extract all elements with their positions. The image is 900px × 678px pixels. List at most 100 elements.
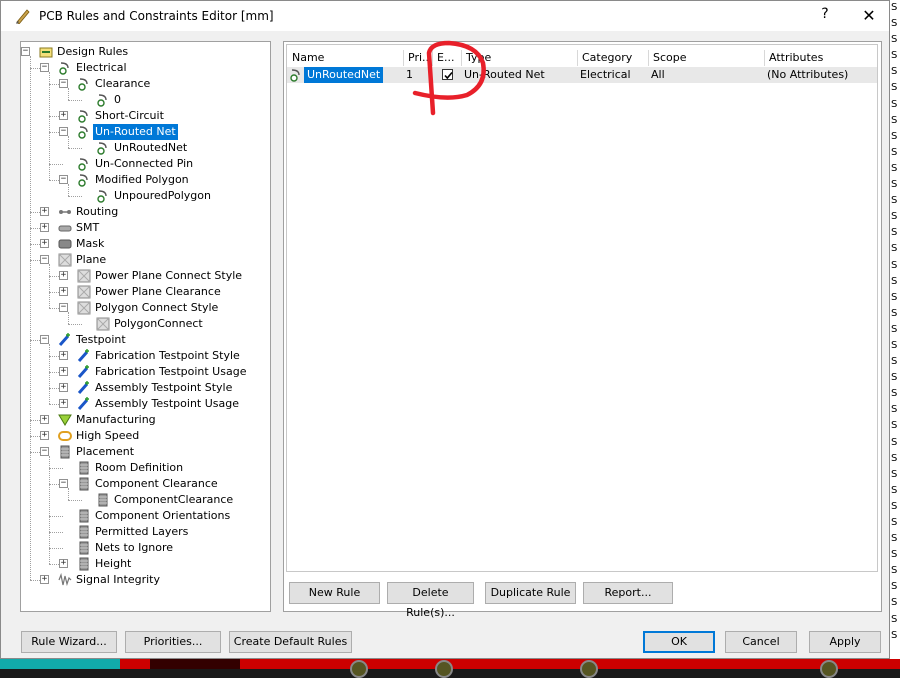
expand-icon[interactable]: +	[59, 399, 68, 408]
tree-item[interactable]: + Fabrication Testpoint Style	[21, 348, 270, 364]
tree-item[interactable]: UnpouredPolygon	[21, 188, 270, 204]
tree-item-label: PolygonConnect	[114, 317, 203, 330]
tree-item-label: Assembly Testpoint Style	[95, 381, 233, 394]
expand-icon[interactable]: +	[40, 575, 49, 584]
plane-icon	[77, 269, 91, 283]
tree-item[interactable]: − Modified Polygon	[21, 172, 270, 188]
tree-item[interactable]: Permitted Layers	[21, 524, 270, 540]
tree-item-label: Plane	[76, 253, 107, 266]
rules-tree[interactable]: − Design Rules − Electrical − Clearance 0 + Shor…	[20, 41, 271, 612]
tree-item[interactable]: ComponentClearance	[21, 492, 270, 508]
priorities-button[interactable]: Priorities...	[125, 631, 221, 653]
collapse-icon[interactable]: −	[40, 447, 49, 456]
tree-item[interactable]: + Assembly Testpoint Style	[21, 380, 270, 396]
collapse-icon[interactable]: −	[59, 127, 68, 136]
expand-icon[interactable]: +	[40, 431, 49, 440]
collapse-icon[interactable]: −	[59, 303, 68, 312]
tree-item[interactable]: − Testpoint	[21, 332, 270, 348]
expand-icon[interactable]: +	[59, 559, 68, 568]
rule-instance-icon	[97, 94, 107, 107]
collapse-icon[interactable]: −	[40, 63, 49, 72]
tree-item[interactable]: − Electrical	[21, 60, 270, 76]
tree-item-label: Fabrication Testpoint Style	[95, 349, 240, 362]
collapse-icon[interactable]: −	[40, 255, 49, 264]
column-header-attributes[interactable]: Attributes	[765, 50, 877, 66]
expand-icon[interactable]: +	[59, 367, 68, 376]
tree-item[interactable]: + Power Plane Connect Style	[21, 268, 270, 284]
collapse-icon[interactable]: −	[59, 79, 68, 88]
tree-item[interactable]: PolygonConnect	[21, 316, 270, 332]
tree-item[interactable]: − Plane	[21, 252, 270, 268]
collapse-icon[interactable]: −	[59, 175, 68, 184]
expand-icon[interactable]: +	[59, 271, 68, 280]
tree-item[interactable]: + Power Plane Clearance	[21, 284, 270, 300]
create-default-rules-button[interactable]: Create Default Rules	[229, 631, 352, 653]
tree-item[interactable]: − Clearance	[21, 76, 270, 92]
expand-icon[interactable]: +	[59, 351, 68, 360]
new-rule-button[interactable]: New Rule	[289, 582, 380, 604]
tree-item[interactable]: Room Definition	[21, 460, 270, 476]
column-header-category[interactable]: Category	[578, 50, 649, 66]
tree-item-label: Clearance	[95, 77, 151, 90]
manufacturing-icon	[58, 414, 72, 426]
tree-item[interactable]: Un-Connected Pin	[21, 156, 270, 172]
tree-item[interactable]: + Signal Integrity	[21, 572, 270, 588]
rule-name-cell[interactable]: UnRoutedNet	[304, 67, 384, 83]
tree-item-label: Polygon Connect Style	[95, 301, 219, 314]
tree-item[interactable]: 0	[21, 92, 270, 108]
testpoint-icon	[77, 381, 89, 394]
tree-item[interactable]: Component Orientations	[21, 508, 270, 524]
tree-item-label: Signal Integrity	[76, 573, 160, 586]
expand-icon[interactable]: +	[40, 239, 49, 248]
expand-icon[interactable]: +	[59, 287, 68, 296]
tree-item-label: ComponentClearance	[114, 493, 234, 506]
tree-item[interactable]: + SMT	[21, 220, 270, 236]
tree-item[interactable]: − Component Clearance	[21, 476, 270, 492]
electrical-icon	[59, 62, 69, 75]
column-header-name[interactable]: Name	[288, 50, 404, 66]
tree-item[interactable]: − Placement	[21, 444, 270, 460]
pcb-canvas-bottom-strip	[0, 659, 900, 678]
tree-item-label: Fabrication Testpoint Usage	[95, 365, 247, 378]
design-rules-icon	[39, 47, 53, 58]
placement-icon	[79, 461, 89, 475]
collapse-icon[interactable]: −	[21, 47, 30, 56]
tree-item[interactable]: + Mask	[21, 236, 270, 252]
tree-item[interactable]: UnRoutedNet	[21, 140, 270, 156]
rule-icon	[78, 110, 88, 123]
tree-item[interactable]: + Fabrication Testpoint Usage	[21, 364, 270, 380]
plane-icon	[77, 285, 91, 299]
tree-item[interactable]: Nets to Ignore	[21, 540, 270, 556]
ok-button[interactable]: OK	[643, 631, 715, 653]
rule-wizard-button[interactable]: Rule Wizard...	[21, 631, 117, 653]
expand-icon[interactable]: +	[40, 223, 49, 232]
report-button[interactable]: Report...	[583, 582, 673, 604]
collapse-icon[interactable]: −	[40, 335, 49, 344]
column-header-scope[interactable]: Scope	[649, 50, 765, 66]
tree-item[interactable]: − Un-Routed Net	[21, 124, 270, 140]
rule-icon	[78, 78, 88, 91]
tree-item[interactable]: + Assembly Testpoint Usage	[21, 396, 270, 412]
tree-item[interactable]: − Polygon Connect Style	[21, 300, 270, 316]
close-button[interactable]: ✕	[854, 6, 884, 26]
duplicate-rule-button[interactable]: Duplicate Rule	[485, 582, 576, 604]
expand-icon[interactable]: +	[40, 207, 49, 216]
cancel-button[interactable]: Cancel	[725, 631, 797, 653]
expand-icon[interactable]: +	[59, 111, 68, 120]
tree-item[interactable]: + High Speed	[21, 428, 270, 444]
help-button[interactable]: ?	[813, 6, 837, 26]
tree-item[interactable]: + Short-Circuit	[21, 108, 270, 124]
collapse-icon[interactable]: −	[59, 479, 68, 488]
expand-icon[interactable]: +	[40, 415, 49, 424]
tree-item[interactable]: + Routing	[21, 204, 270, 220]
red-annotation-mark	[412, 40, 486, 116]
rule-icon	[78, 158, 88, 171]
tree-item[interactable]: + Manufacturing	[21, 412, 270, 428]
tree-item[interactable]: + Height	[21, 556, 270, 572]
tree-item[interactable]: − Design Rules	[21, 44, 270, 60]
delete-rules-button[interactable]: Delete Rule(s)...	[387, 582, 474, 619]
expand-icon[interactable]: +	[59, 383, 68, 392]
apply-button[interactable]: Apply	[809, 631, 881, 653]
rule-attributes-cell: (No Attributes)	[767, 68, 849, 81]
table-row[interactable]: UnRoutedNet 1 Un-Routed Net Electrical A…	[287, 67, 877, 83]
